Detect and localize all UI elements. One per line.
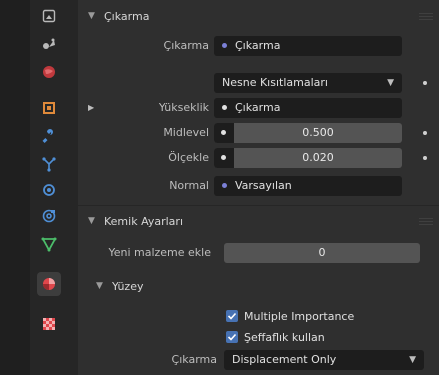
seffaflik-label: Şeffaflık kullan: [244, 330, 325, 344]
displacement-method-value: Displacement Only: [232, 353, 337, 366]
olcekle-label: Ölçekle: [168, 151, 209, 164]
panel-title: Yüzey: [112, 279, 144, 293]
world-tab[interactable]: [37, 60, 61, 84]
space-row: Nesne Kısıtlamaları ▼: [78, 73, 439, 93]
chevron-down-icon: ▼: [409, 355, 416, 365]
yukseklik-row: ▶ Yükseklik Çıkarma: [78, 98, 439, 118]
normal-label: Normal: [169, 179, 209, 192]
texture-icon: [43, 318, 55, 330]
midlevel-row: Midlevel 0.500: [78, 123, 439, 143]
object-data-icon: [41, 237, 57, 252]
displacement-method-dropdown[interactable]: Displacement Only ▼: [224, 350, 424, 370]
checkbox-checked-icon: [226, 310, 238, 322]
keyframe-dot-icon[interactable]: [423, 156, 427, 160]
midlevel-value: 0.500: [302, 126, 334, 139]
material-icon: [43, 278, 55, 290]
particles-tab[interactable]: [37, 152, 61, 176]
chevron-down-icon: ▼: [96, 281, 103, 291]
constraints-icon: [42, 209, 56, 223]
socket-dot-icon: [214, 123, 234, 143]
yukseklik-socket-field[interactable]: Çıkarma: [214, 98, 402, 118]
object-icon: [43, 102, 55, 114]
physics-tab[interactable]: [37, 178, 61, 202]
drag-grip-icon[interactable]: [419, 12, 433, 20]
socket-dot-icon: [214, 148, 234, 168]
olcekle-slider[interactable]: 0.020: [214, 148, 402, 168]
yeni-malzeme-value: 0: [318, 246, 326, 259]
multiple-importance-checkbox[interactable]: Multiple Importance: [226, 307, 354, 325]
yeni-malzeme-label: Yeni malzeme ekle: [108, 246, 211, 259]
object-tab[interactable]: [37, 96, 61, 120]
cikarma-label: Çıkarma: [163, 39, 209, 52]
separator: [78, 205, 439, 206]
render-tab[interactable]: [37, 4, 61, 28]
olcekle-row: Ölçekle 0.020: [78, 148, 439, 168]
material-tab[interactable]: [37, 272, 61, 296]
cikarma-panel-header[interactable]: ▼ Çıkarma: [78, 3, 439, 29]
object-data-tab[interactable]: [37, 232, 61, 256]
checkbox-checked-icon: [226, 331, 238, 343]
chevron-down-icon: ▼: [88, 216, 95, 226]
expand-arrow-icon[interactable]: ▶: [88, 98, 94, 118]
space-dropdown[interactable]: Nesne Kısıtlamaları ▼: [214, 73, 402, 93]
displacement-method-row: Çıkarma Displacement Only ▼: [78, 350, 439, 370]
keyframe-dot-icon[interactable]: [423, 131, 427, 135]
normal-value: Varsayılan: [235, 179, 292, 192]
socket-dot-icon: [222, 182, 227, 188]
kemik-panel-header[interactable]: ▼ Kemik Ayarları: [78, 208, 439, 234]
midlevel-slider[interactable]: 0.500: [214, 123, 402, 143]
cikarma-row: Çıkarma Çıkarma: [78, 36, 439, 56]
yeni-malzeme-row: Yeni malzeme ekle 0: [78, 243, 439, 263]
yukseklik-value: Çıkarma: [235, 101, 281, 114]
cikarma-socket-field[interactable]: Çıkarma: [214, 36, 402, 56]
scene-icon: [43, 38, 55, 49]
keyframe-dot-icon[interactable]: [423, 81, 427, 85]
chevron-down-icon: ▼: [387, 78, 394, 88]
modifier-tab[interactable]: [37, 124, 61, 148]
properties-tabs-sidebar: [0, 0, 78, 375]
yuzey-panel-header[interactable]: ▼ Yüzey: [78, 273, 439, 299]
socket-dot-icon: [222, 42, 227, 48]
yukseklik-label: Yükseklik: [158, 101, 209, 114]
cikarma-value: Çıkarma: [235, 39, 281, 52]
midlevel-label: Midlevel: [163, 126, 209, 139]
world-icon: [43, 66, 55, 78]
render-icon: [42, 9, 56, 23]
particles-icon: [42, 157, 56, 172]
physics-icon: [43, 184, 55, 196]
seffaflik-checkbox[interactable]: Şeffaflık kullan: [226, 328, 325, 346]
constraints-tab[interactable]: [37, 204, 61, 228]
scene-tab[interactable]: [37, 32, 61, 56]
olcekle-value: 0.020: [302, 151, 334, 164]
yeni-malzeme-slider[interactable]: 0: [224, 243, 420, 263]
panel-title: Çıkarma: [104, 9, 150, 23]
drag-grip-icon[interactable]: [419, 217, 433, 225]
properties-editor: ▼ Çıkarma Çıkarma Çıkarma Nesne Kısıtlam…: [78, 0, 439, 375]
displacement-label: Çıkarma: [171, 353, 217, 366]
normal-socket-field[interactable]: Varsayılan: [214, 176, 402, 196]
normal-row: Normal Varsayılan: [78, 176, 439, 196]
chevron-down-icon: ▼: [88, 11, 95, 21]
space-dropdown-value: Nesne Kısıtlamaları: [222, 76, 328, 89]
panel-title: Kemik Ayarları: [104, 214, 183, 228]
texture-tab[interactable]: [37, 312, 61, 336]
multiple-importance-label: Multiple Importance: [244, 309, 355, 323]
modifier-wrench-icon: [42, 129, 53, 143]
socket-dot-icon: [222, 104, 227, 110]
